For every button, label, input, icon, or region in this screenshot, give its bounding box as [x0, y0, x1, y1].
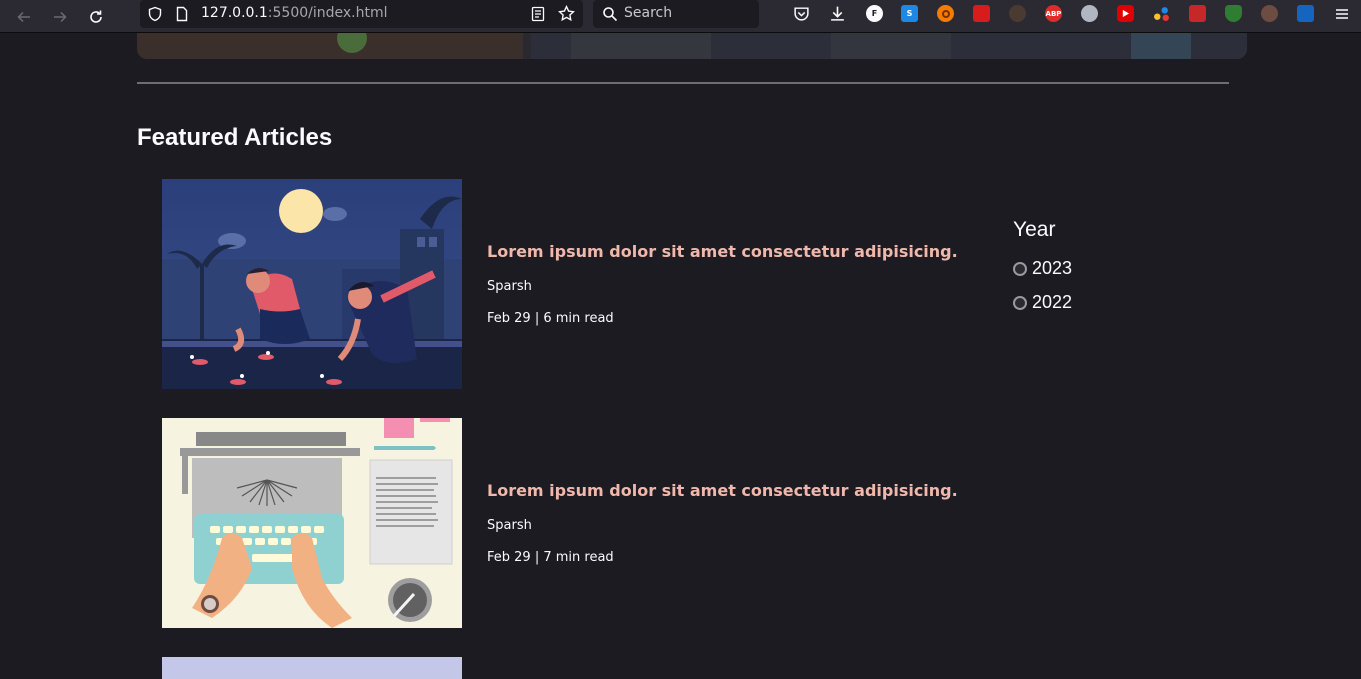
reload-icon [90, 10, 102, 23]
extension-s-icon[interactable]: S [901, 5, 918, 22]
arrow-right-icon [54, 11, 67, 23]
year-option-2022[interactable]: 2022 [1013, 292, 1072, 313]
download-icon[interactable] [829, 5, 846, 22]
page-icon [176, 6, 188, 22]
url-bar[interactable]: 127.0.0.1:5500/index.html [140, 0, 583, 28]
section-title: Featured Articles [137, 124, 333, 151]
article-card[interactable]: Lorem ipsum dolor sit amet consectetur a… [162, 418, 958, 628]
section-divider [137, 82, 1229, 84]
extension-wand-icon[interactable] [1189, 5, 1206, 22]
year-option-label: 2023 [1032, 258, 1073, 278]
extension-gear-icon[interactable] [1009, 5, 1026, 22]
article-image[interactable] [162, 657, 462, 679]
shield-icon[interactable] [147, 6, 163, 22]
year-filter: Year 2023 2022 [1013, 218, 1072, 312]
radio-button[interactable] [1013, 295, 1027, 310]
extension-f-icon[interactable]: F [866, 5, 883, 22]
extension-orange-icon[interactable] [937, 5, 954, 22]
reader-view-icon[interactable] [530, 6, 546, 22]
extension-shield-icon[interactable] [1225, 5, 1242, 22]
extension-cookie-icon[interactable] [1261, 5, 1278, 22]
arrow-left-icon [17, 11, 30, 23]
article-title[interactable]: Lorem ipsum dolor sit amet consectetur a… [487, 481, 958, 500]
extension-s-label: S [906, 9, 913, 18]
typewriter-illustration [162, 418, 462, 628]
article-author: Sparsh [487, 279, 532, 294]
article-meta: Feb 29 | 6 min read [487, 311, 614, 326]
search-bar[interactable]: Search [593, 0, 759, 28]
extension-f-label: F [871, 9, 878, 18]
reload-button[interactable] [84, 5, 108, 29]
privacy-badger-icon[interactable] [1081, 5, 1098, 22]
article-card[interactable] [162, 657, 942, 679]
hero-image-right [531, 33, 1247, 59]
year-option-2023[interactable]: 2023 [1013, 258, 1072, 279]
article-image[interactable] [162, 418, 462, 628]
adblock-plus-label: ABP [1045, 9, 1062, 18]
filter-heading: Year [1013, 218, 1056, 241]
radio-button[interactable] [1013, 261, 1027, 276]
adblock-plus-icon[interactable]: ABP [1045, 5, 1062, 22]
article-author: Sparsh [487, 518, 532, 533]
article-title[interactable]: Lorem ipsum dolor sit amet consectetur a… [487, 242, 958, 261]
browser-toolbar: 127.0.0.1:5500/index.html Search F S ABP [0, 0, 1361, 33]
lavender-illustration [162, 657, 462, 679]
extension-translate-icon[interactable] [1297, 5, 1314, 22]
extension-red-icon[interactable] [973, 5, 990, 22]
article-meta: Feb 29 | 7 min read [487, 550, 614, 565]
extension-dots-icon[interactable] [1153, 5, 1170, 22]
youtube-icon[interactable] [1117, 5, 1134, 22]
search-icon [603, 7, 618, 22]
url-path: :5500/index.html [267, 5, 388, 21]
forward-button[interactable] [48, 5, 72, 29]
menu-icon[interactable] [1333, 5, 1350, 22]
year-option-label: 2022 [1032, 292, 1073, 312]
url-host: 127.0.0.1 [201, 5, 268, 21]
pocket-icon[interactable] [793, 5, 810, 22]
url-text[interactable]: 127.0.0.1:5500/index.html [201, 5, 388, 21]
hero-image-left [137, 33, 523, 59]
bookmark-star-icon[interactable] [558, 5, 575, 22]
search-placeholder: Search [624, 5, 673, 21]
hero-banner-bottom [137, 33, 1247, 59]
article-card[interactable]: Lorem ipsum dolor sit amet consectetur a… [162, 179, 958, 389]
diwali-illustration [162, 179, 462, 389]
back-button[interactable] [12, 5, 36, 29]
article-image[interactable] [162, 179, 462, 389]
